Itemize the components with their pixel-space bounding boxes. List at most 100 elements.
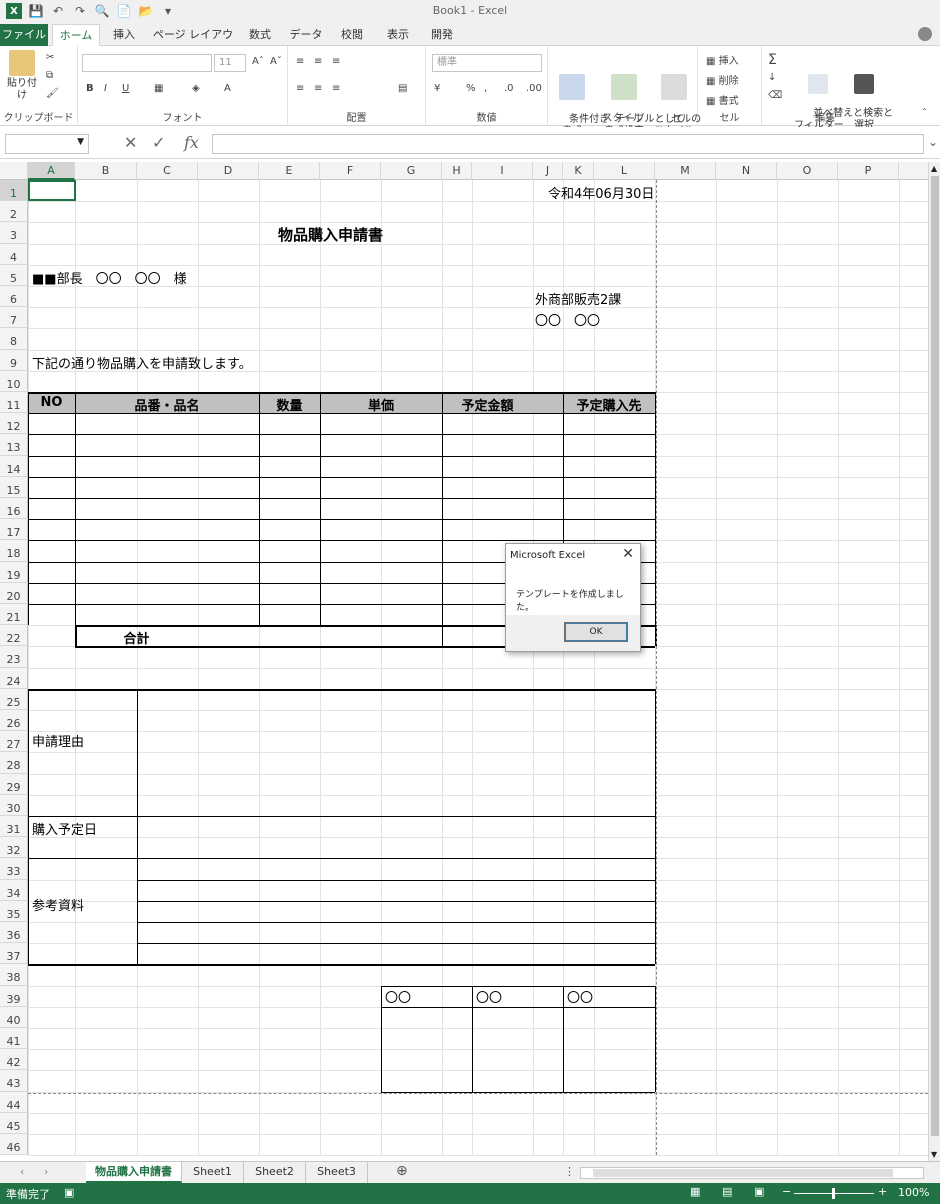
sheet-tab-request[interactable]: 物品購入申請書 [86, 1162, 182, 1183]
row-header[interactable]: 4 [0, 243, 28, 265]
align-center-icon[interactable]: ≡ [314, 83, 322, 94]
delete-cells-button[interactable]: ▦ 削除 [706, 72, 739, 87]
align-middle-icon[interactable]: ≡ [314, 56, 322, 67]
row-header[interactable]: 30 [0, 794, 28, 816]
row-header[interactable]: 24 [0, 667, 28, 689]
expand-formula-icon[interactable]: ⌄ [928, 135, 938, 149]
row-header[interactable]: 7 [0, 307, 28, 329]
column-header[interactable]: A [28, 162, 75, 180]
column-header[interactable]: I [472, 162, 533, 180]
cut-icon[interactable]: ✂ [46, 52, 54, 63]
scroll-thumb[interactable] [931, 176, 939, 1136]
normal-view-icon[interactable]: ▦ [690, 1185, 700, 1198]
row-header[interactable]: 45 [0, 1112, 28, 1134]
zoom-in-icon[interactable]: + [878, 1185, 887, 1198]
row-header[interactable]: 9 [0, 349, 28, 371]
tab-data[interactable]: データ [286, 24, 326, 46]
active-cell[interactable] [28, 180, 76, 202]
row-header[interactable]: 16 [0, 498, 28, 520]
row-header[interactable]: 43 [0, 1070, 28, 1092]
column-header[interactable]: K [563, 162, 594, 180]
paste-button[interactable]: 貼り付け [4, 50, 40, 102]
currency-icon[interactable]: ¥ [434, 83, 440, 94]
worksheet-grid[interactable]: ABCDEFGHIJKLMNOP 1 2 3 4 5 6 7 8 9 10 11 12 13 14 15 16… [0, 162, 928, 1161]
row-header[interactable]: 12 [0, 413, 28, 435]
row-header[interactable]: 42 [0, 1049, 28, 1071]
font-color-icon[interactable]: A [224, 83, 231, 94]
column-header[interactable]: O [777, 162, 838, 180]
number-format-box[interactable]: 標準 [432, 54, 542, 72]
bold-icon[interactable]: B [86, 83, 94, 94]
align-bottom-icon[interactable]: ≡ [332, 56, 340, 67]
next-sheet-icon[interactable]: › [44, 1165, 48, 1178]
increase-decimal-icon[interactable]: .0 [504, 83, 514, 94]
name-box-dropdown-icon[interactable]: ▼ [77, 137, 84, 147]
column-header[interactable]: H [442, 162, 472, 180]
horizontal-scrollbar[interactable] [580, 1167, 924, 1179]
row-header[interactable]: 44 [0, 1091, 28, 1113]
row-header[interactable]: 29 [0, 773, 28, 795]
font-name-box[interactable] [82, 54, 212, 72]
column-header[interactable]: P [838, 162, 899, 180]
merge-cells-icon[interactable]: ▤ [398, 83, 407, 94]
tab-split-handle-icon[interactable]: ⋮ [564, 1165, 575, 1178]
row-header[interactable]: 6 [0, 286, 28, 308]
fill-icon[interactable]: ↓ [768, 72, 776, 83]
row-header[interactable]: 23 [0, 646, 28, 668]
tab-formulas[interactable]: 数式 [240, 24, 280, 46]
tab-file[interactable]: ファイル [0, 24, 48, 46]
row-header[interactable]: 21 [0, 604, 28, 626]
row-header[interactable]: 34 [0, 879, 28, 901]
sheet-tab-sheet2[interactable]: Sheet2 [244, 1162, 306, 1183]
copy-icon[interactable]: ⧉ [46, 70, 53, 81]
row-header[interactable]: 27 [0, 731, 28, 753]
align-right-icon[interactable]: ≡ [332, 83, 340, 94]
row-header[interactable]: 15 [0, 476, 28, 498]
row-header[interactable]: 26 [0, 710, 28, 732]
tab-review[interactable]: 校閲 [332, 24, 372, 46]
row-header[interactable]: 19 [0, 561, 28, 583]
column-header[interactable]: B [75, 162, 137, 180]
prev-sheet-icon[interactable]: ‹ [20, 1165, 24, 1178]
column-header[interactable]: L [594, 162, 655, 180]
tab-home[interactable]: ホーム [52, 24, 100, 46]
row-header[interactable]: 31 [0, 816, 28, 838]
row-header[interactable]: 40 [0, 1006, 28, 1028]
italic-icon[interactable]: I [104, 83, 107, 94]
insert-cells-button[interactable]: ▦ 挿入 [706, 52, 739, 67]
row-header[interactable]: 46 [0, 1134, 28, 1156]
row-header[interactable]: 20 [0, 582, 28, 604]
user-avatar-icon[interactable] [918, 27, 932, 41]
border-icon[interactable]: ▦ [154, 83, 163, 94]
tab-page-layout[interactable]: ページ レイアウト [150, 24, 236, 62]
row-header[interactable]: 38 [0, 964, 28, 986]
row-header[interactable]: 35 [0, 900, 28, 922]
align-left-icon[interactable]: ≡ [296, 83, 304, 94]
select-all-corner[interactable] [0, 162, 28, 180]
row-header[interactable]: 22 [0, 625, 28, 647]
cancel-icon[interactable]: ✕ [124, 133, 137, 152]
zoom-out-icon[interactable]: − [782, 1185, 791, 1198]
page-layout-view-icon[interactable]: ▤ [722, 1185, 732, 1198]
column-header[interactable]: E [259, 162, 320, 180]
decrease-decimal-icon[interactable]: .00 [526, 83, 542, 94]
clear-icon[interactable]: ⌫ [768, 90, 782, 101]
fill-color-icon[interactable]: ◈ [192, 83, 200, 94]
row-header[interactable]: 8 [0, 328, 28, 350]
scroll-down-icon[interactable]: ▼ [931, 1150, 937, 1159]
scroll-up-icon[interactable]: ▲ [931, 164, 937, 173]
collapse-ribbon-icon[interactable]: ˆ [922, 108, 927, 119]
enter-icon[interactable]: ✓ [152, 133, 165, 152]
comma-icon[interactable]: , [484, 83, 487, 94]
row-header[interactable]: 41 [0, 1028, 28, 1050]
ok-button[interactable]: OK [564, 622, 628, 642]
sheet-tab-sheet3[interactable]: Sheet3 [306, 1162, 368, 1183]
column-header[interactable]: J [533, 162, 563, 180]
row-header[interactable]: 32 [0, 837, 28, 859]
row-header[interactable]: 11 [0, 392, 28, 414]
sheet-tab-sheet1[interactable]: Sheet1 [182, 1162, 244, 1183]
row-header[interactable]: 2 [0, 201, 28, 223]
row-header[interactable]: 33 [0, 858, 28, 880]
row-header[interactable]: 39 [0, 985, 28, 1007]
add-sheet-icon[interactable]: ⊕ [396, 1163, 408, 1179]
